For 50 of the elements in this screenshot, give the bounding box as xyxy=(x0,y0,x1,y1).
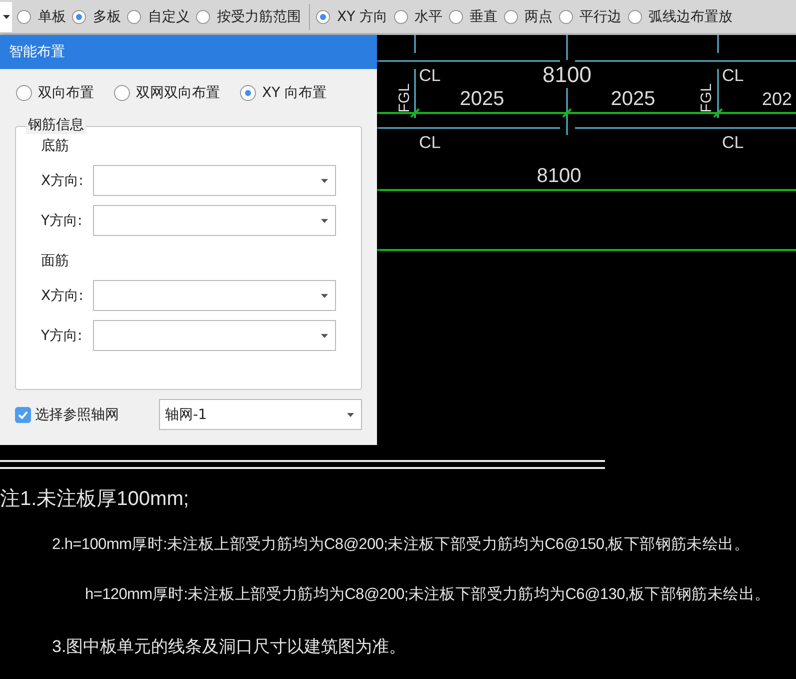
caret-icon xyxy=(347,412,354,416)
drawing-note: h=120mm厚时:未注板上部受力筋均为C8@200;未注板下部受力筋均为C6@130,板下部钢筋未绘出。 xyxy=(85,585,770,605)
dropdown[interactable] xyxy=(0,2,12,32)
radio-option[interactable]: 水平 xyxy=(394,8,443,26)
radio-option[interactable]: 弧线边布置放 xyxy=(628,8,733,26)
drawing-label: CL xyxy=(722,133,744,152)
field-label: Y方向: xyxy=(41,326,84,344)
radio-option[interactable]: 自定义 xyxy=(127,8,190,26)
select-field[interactable] xyxy=(92,165,336,196)
field-label: X方向: xyxy=(41,286,84,304)
drawing-label: CL xyxy=(419,66,441,85)
drawing-label: FGL xyxy=(396,83,413,113)
drawing-note: 2.h=100mm厚时:未注板上部受力筋均为C8@200;未注板下部受力筋均为C6@150,板下部钢筋未绘出。 xyxy=(52,535,750,555)
field-label: X方向: xyxy=(41,172,84,190)
radio-option[interactable]: 多板 xyxy=(72,8,121,26)
select-field[interactable]: 轴网-1 xyxy=(159,399,362,430)
field-label: Y方向: xyxy=(41,212,84,230)
group-title: 钢筋信息 xyxy=(26,116,86,134)
caret-icon xyxy=(321,294,328,298)
radio-option[interactable]: XY 向布置 xyxy=(240,84,327,102)
radio-option[interactable]: 按受力筋范围 xyxy=(196,8,301,26)
drawing-label: CL xyxy=(419,133,441,152)
drawing-label: 2025 xyxy=(610,88,656,110)
dialog-title: 智能布置 xyxy=(0,35,377,69)
drawing-label: 8100 xyxy=(542,62,592,87)
caret-icon xyxy=(321,334,328,338)
drawing-label: 2025 xyxy=(460,88,504,110)
select-field[interactable] xyxy=(92,280,336,311)
radio-option[interactable]: 平行边 xyxy=(558,8,622,26)
drawing-label: FGL xyxy=(698,83,715,113)
select-field[interactable] xyxy=(92,205,336,236)
radio-option[interactable]: 垂直 xyxy=(448,8,498,26)
check-icon xyxy=(18,410,28,418)
caret-icon xyxy=(3,14,10,18)
drawing-note: 3.图中板单元的线条及洞口尺寸以建筑图为准。 xyxy=(52,636,406,658)
caret-icon xyxy=(321,218,328,222)
radio-option[interactable]: XY 方向 xyxy=(316,8,388,26)
drawing-label: 202 xyxy=(762,89,792,109)
drawing-note: 注1.未注板厚100mm; xyxy=(0,487,189,512)
drawing-label: 8100 xyxy=(536,165,582,187)
radio-option[interactable]: 两点 xyxy=(504,8,553,26)
checkbox-option[interactable]: 选择参照轴网 xyxy=(15,406,119,424)
select-field[interactable] xyxy=(92,320,336,351)
radio-option[interactable]: 单板 xyxy=(17,8,66,26)
section-title: 底筋 xyxy=(41,137,70,156)
radio-option[interactable]: 双向布置 xyxy=(16,84,94,102)
radio-option[interactable]: 双网双向布置 xyxy=(114,84,220,102)
drawing-label: CL xyxy=(722,66,744,85)
section-title: 面筋 xyxy=(41,252,70,271)
caret-icon xyxy=(321,178,328,182)
